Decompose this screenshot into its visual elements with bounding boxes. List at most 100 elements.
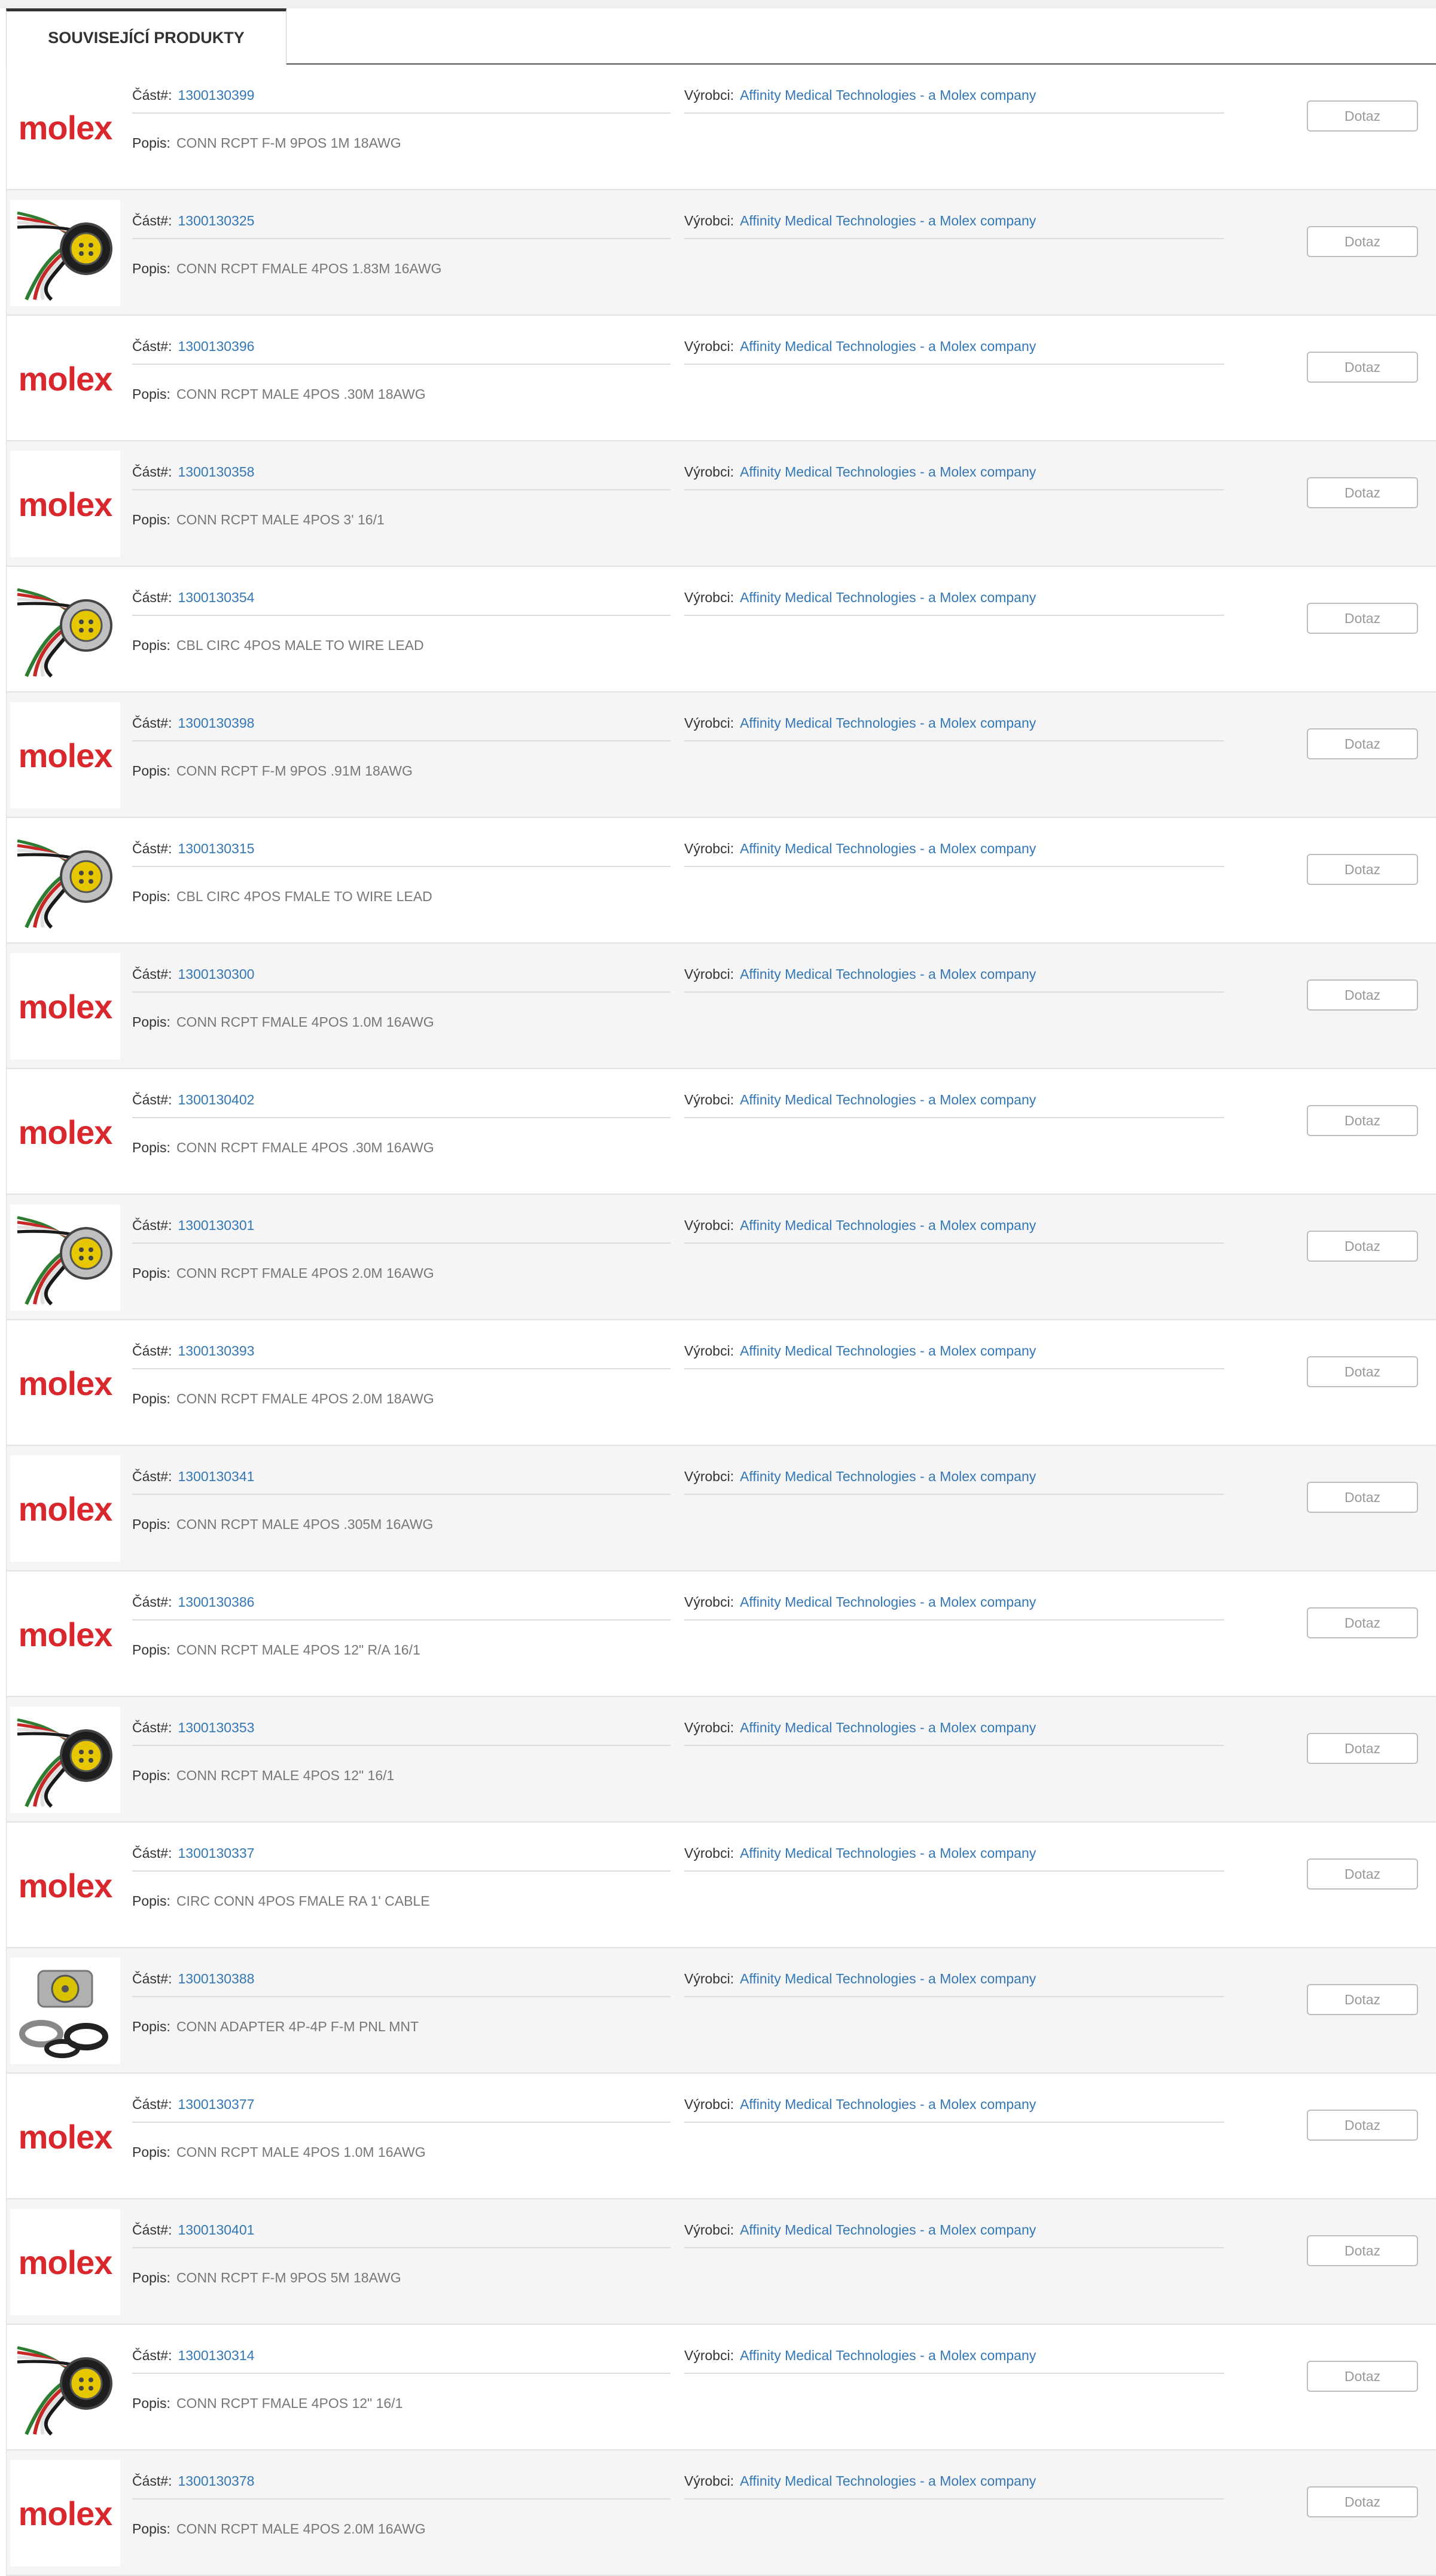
inquiry-button[interactable]: Dotaz (1307, 979, 1418, 1011)
product-thumbnail[interactable] (10, 576, 120, 683)
product-thumbnail[interactable]: molex (10, 1832, 120, 1939)
product-thumbnail[interactable]: molex (10, 702, 120, 808)
part-number-link[interactable]: 1300130314 (178, 2348, 254, 2363)
product-thumbnail[interactable]: molex (10, 1581, 120, 1687)
inquiry-button[interactable]: Dotaz (1307, 2110, 1418, 2141)
product-thumbnail[interactable] (10, 1707, 120, 1813)
product-row: Část#: 1300130388 Popis: CONN ADAPTER 4P-4P… (7, 1948, 1436, 2074)
product-thumbnail[interactable] (10, 1958, 120, 2064)
part-number-link[interactable]: 1300130398 (178, 715, 254, 731)
manufacturer-link[interactable]: Affinity Medical Technologies - a Molex … (740, 1845, 1036, 1861)
manufacturer-link[interactable]: Affinity Medical Technologies - a Molex … (740, 2222, 1036, 2238)
part-number-link[interactable]: 1300130399 (178, 87, 254, 103)
product-thumbnail[interactable] (10, 1204, 120, 1311)
molex-logo: molex (18, 485, 113, 523)
inquiry-button[interactable]: Dotaz (1307, 1858, 1418, 1890)
manufacturer-field: Výrobci: Affinity Medical Technologies - … (684, 213, 1224, 239)
product-row: Část#: 1300130353 Popis: CONN RCPT MALE 4PO… (7, 1697, 1436, 1823)
manufacturer-field: Výrobci: Affinity Medical Technologies - … (684, 464, 1224, 490)
inquiry-button[interactable]: Dotaz (1307, 2486, 1418, 2517)
product-row: molex Část#: 1300130378 Popis: CONN RCPT MAL… (7, 2450, 1436, 2576)
product-thumbnail[interactable] (10, 828, 120, 934)
product-thumbnail[interactable] (10, 2334, 120, 2441)
manufacturer-link[interactable]: Affinity Medical Technologies - a Molex … (740, 841, 1036, 856)
inquiry-button[interactable]: Dotaz (1307, 100, 1418, 132)
product-thumbnail[interactable]: molex (10, 1079, 120, 1185)
inquiry-button[interactable]: Dotaz (1307, 854, 1418, 885)
description-field: Popis: CONN RCPT FMALE 4POS 2.0M 18AWG (132, 1391, 434, 1407)
product-row: Část#: 1300130354 Popis: CBL CIRC 4POS MALE… (7, 567, 1436, 692)
part-number-link[interactable]: 1300130301 (178, 1217, 254, 1233)
molex-logo: molex (18, 1113, 113, 1151)
tab-related-products[interactable]: SOUVISEJÍCÍ PRODUKTY (6, 8, 286, 65)
part-number-link[interactable]: 1300130325 (178, 213, 254, 228)
manufacturer-link[interactable]: Affinity Medical Technologies - a Molex … (740, 1343, 1036, 1359)
product-thumbnail[interactable]: molex (10, 953, 120, 1060)
manufacturer-link[interactable]: Affinity Medical Technologies - a Molex … (740, 87, 1036, 103)
inquiry-button[interactable]: Dotaz (1307, 1105, 1418, 1136)
part-number-link[interactable]: 1300130358 (178, 464, 254, 480)
product-thumbnail[interactable]: molex (10, 2209, 120, 2315)
part-field: Část#: 1300130377 (132, 2096, 670, 2123)
part-field: Část#: 1300130354 (132, 590, 670, 616)
manufacturer-link[interactable]: Affinity Medical Technologies - a Molex … (740, 213, 1036, 228)
manufacturer-label: Výrobci: (684, 1469, 734, 1484)
manufacturer-link[interactable]: Affinity Medical Technologies - a Molex … (740, 715, 1036, 731)
part-number-link[interactable]: 1300130393 (178, 1343, 254, 1359)
part-number-link[interactable]: 1300130396 (178, 338, 254, 354)
product-thumbnail[interactable]: molex (10, 2460, 120, 2566)
product-thumbnail[interactable]: molex (10, 74, 120, 181)
part-number-link[interactable]: 1300130315 (178, 841, 254, 856)
product-thumbnail[interactable]: molex (10, 2083, 120, 2190)
part-number-link[interactable]: 1300130388 (178, 1971, 254, 1986)
product-thumbnail[interactable]: molex (10, 1455, 120, 1562)
manufacturer-link[interactable]: Affinity Medical Technologies - a Molex … (740, 1971, 1036, 1986)
inquiry-button[interactable]: Dotaz (1307, 603, 1418, 634)
part-number-link[interactable]: 1300130386 (178, 1594, 254, 1610)
part-number-link[interactable]: 1300130401 (178, 2222, 254, 2238)
product-thumbnail[interactable] (10, 200, 120, 306)
description-field: Popis: CBL CIRC 4POS FMALE TO WIRE LEAD (132, 889, 432, 905)
manufacturer-link[interactable]: Affinity Medical Technologies - a Molex … (740, 338, 1036, 354)
inquiry-button[interactable]: Dotaz (1307, 226, 1418, 257)
inquiry-button[interactable]: Dotaz (1307, 1482, 1418, 1513)
manufacturer-link[interactable]: Affinity Medical Technologies - a Molex … (740, 1217, 1036, 1233)
inquiry-button[interactable]: Dotaz (1307, 1733, 1418, 1764)
inquiry-button[interactable]: Dotaz (1307, 728, 1418, 759)
molex-logo: molex (18, 1364, 113, 1402)
inquiry-button[interactable]: Dotaz (1307, 1607, 1418, 1638)
manufacturer-link[interactable]: Affinity Medical Technologies - a Molex … (740, 590, 1036, 605)
manufacturer-field: Výrobci: Affinity Medical Technologies - … (684, 338, 1224, 365)
manufacturer-link[interactable]: Affinity Medical Technologies - a Molex … (740, 1469, 1036, 1484)
inquiry-button[interactable]: Dotaz (1307, 2361, 1418, 2392)
description-label: Popis: (132, 889, 170, 904)
manufacturer-link[interactable]: Affinity Medical Technologies - a Molex … (740, 2348, 1036, 2363)
manufacturer-field: Výrobci: Affinity Medical Technologies - … (684, 715, 1224, 741)
inquiry-button[interactable]: Dotaz (1307, 352, 1418, 383)
manufacturer-link[interactable]: Affinity Medical Technologies - a Molex … (740, 2473, 1036, 2489)
inquiry-button[interactable]: Dotaz (1307, 2235, 1418, 2266)
inquiry-button[interactable]: Dotaz (1307, 1984, 1418, 2015)
part-field: Část#: 1300130378 (132, 2473, 670, 2499)
part-number-link[interactable]: 1300130354 (178, 590, 254, 605)
manufacturer-link[interactable]: Affinity Medical Technologies - a Molex … (740, 1720, 1036, 1735)
inquiry-button[interactable]: Dotaz (1307, 477, 1418, 508)
part-number-link[interactable]: 1300130341 (178, 1469, 254, 1484)
manufacturer-link[interactable]: Affinity Medical Technologies - a Molex … (740, 966, 1036, 982)
product-thumbnail[interactable]: molex (10, 1330, 120, 1436)
product-thumbnail[interactable]: molex (10, 325, 120, 432)
inquiry-button[interactable]: Dotaz (1307, 1356, 1418, 1387)
part-number-link[interactable]: 1300130300 (178, 966, 254, 982)
part-number-link[interactable]: 1300130377 (178, 2096, 254, 2112)
manufacturer-link[interactable]: Affinity Medical Technologies - a Molex … (740, 1594, 1036, 1610)
product-thumbnail[interactable]: molex (10, 451, 120, 557)
part-number-link[interactable]: 1300130353 (178, 1720, 254, 1735)
inquiry-button[interactable]: Dotaz (1307, 1231, 1418, 1262)
manufacturer-link[interactable]: Affinity Medical Technologies - a Molex … (740, 464, 1036, 480)
part-number-link[interactable]: 1300130378 (178, 2473, 254, 2489)
manufacturer-link[interactable]: Affinity Medical Technologies - a Molex … (740, 2096, 1036, 2112)
part-number-link[interactable]: 1300130402 (178, 1092, 254, 1107)
manufacturer-link[interactable]: Affinity Medical Technologies - a Molex … (740, 1092, 1036, 1107)
part-number-link[interactable]: 1300130337 (178, 1845, 254, 1861)
manufacturer-label: Výrobci: (684, 2222, 734, 2238)
